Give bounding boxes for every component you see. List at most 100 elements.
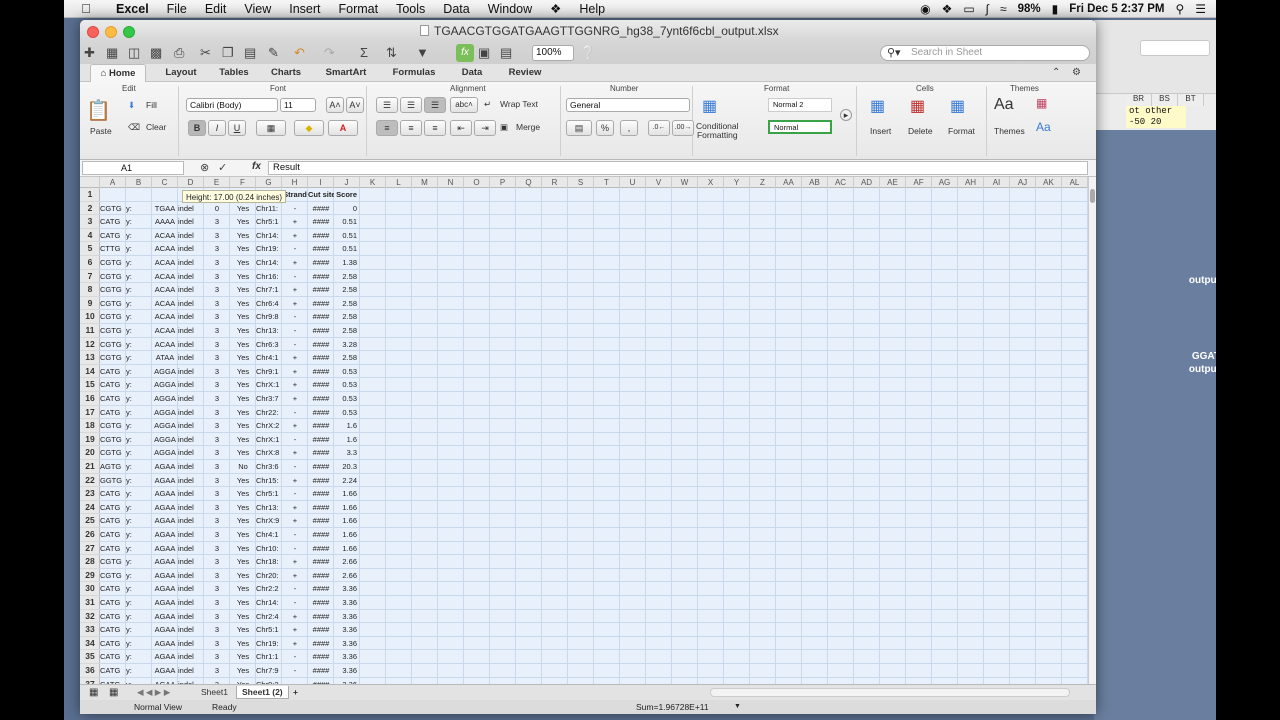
cell-j6[interactable]: 1.38 bbox=[334, 256, 360, 270]
cell-f12[interactable]: Yes bbox=[230, 338, 256, 352]
desktop-file-label[interactable]: output bbox=[1180, 363, 1216, 376]
cell-f16[interactable]: Yes bbox=[230, 392, 256, 406]
cell-g4[interactable]: Chr14: bbox=[256, 229, 282, 243]
clear-button[interactable]: Clear bbox=[146, 122, 166, 132]
cell-a31[interactable]: CATG bbox=[100, 596, 126, 610]
close-button[interactable] bbox=[87, 26, 99, 38]
menu-file[interactable]: File bbox=[167, 2, 187, 16]
cell-h16[interactable]: + bbox=[282, 392, 308, 406]
delete-button[interactable]: Delete bbox=[908, 126, 933, 136]
cell-b6[interactable]: y: bbox=[126, 256, 152, 270]
column-header-aj[interactable]: AJ bbox=[1010, 177, 1036, 188]
cell-d4[interactable]: indel bbox=[178, 229, 204, 243]
cell-j9[interactable]: 2.58 bbox=[334, 297, 360, 311]
row-header-35[interactable]: 35 bbox=[80, 650, 100, 664]
desktop-file-label[interactable]: output bbox=[1180, 274, 1216, 287]
tab-review[interactable]: Review bbox=[500, 64, 550, 82]
cell-g10[interactable]: Chr9:8 bbox=[256, 310, 282, 324]
bluetooth-icon[interactable]: ∫ bbox=[986, 2, 989, 16]
cell-c10[interactable]: ACAA bbox=[152, 310, 178, 324]
row-header-23[interactable]: 23 bbox=[80, 487, 100, 501]
cell-f31[interactable]: Yes bbox=[230, 596, 256, 610]
cell-d22[interactable]: indel bbox=[178, 474, 204, 488]
column-header-j[interactable]: J bbox=[334, 177, 360, 188]
decrease-decimal-icon[interactable]: .00→ bbox=[672, 120, 694, 136]
new-icon[interactable]: ▦ bbox=[106, 44, 118, 62]
delete-cells-icon[interactable]: ▦ bbox=[910, 96, 925, 116]
cell-j13[interactable]: 2.58 bbox=[334, 351, 360, 365]
row-header-3[interactable]: 3 bbox=[80, 215, 100, 229]
cell-h22[interactable]: + bbox=[282, 474, 308, 488]
cell-f20[interactable]: Yes bbox=[230, 446, 256, 460]
cell-g24[interactable]: Chr13: bbox=[256, 501, 282, 515]
cell-e22[interactable]: 3 bbox=[204, 474, 230, 488]
cell-h25[interactable]: + bbox=[282, 514, 308, 528]
cell-e27[interactable]: 3 bbox=[204, 542, 230, 556]
cell-e6[interactable]: 3 bbox=[204, 256, 230, 270]
cell-h11[interactable]: - bbox=[282, 324, 308, 338]
cell-f24[interactable]: Yes bbox=[230, 501, 256, 515]
bold-button[interactable]: B bbox=[188, 120, 206, 136]
cell-g23[interactable]: Chr5:1 bbox=[256, 487, 282, 501]
row-header-26[interactable]: 26 bbox=[80, 528, 100, 542]
collapse-ribbon-icon[interactable]: ⌃ bbox=[1052, 64, 1060, 82]
cell-a12[interactable]: CGTG bbox=[100, 338, 126, 352]
cell-a26[interactable]: CATG bbox=[100, 528, 126, 542]
column-header-ab[interactable]: AB bbox=[802, 177, 828, 188]
cell-h10[interactable]: - bbox=[282, 310, 308, 324]
cell-g19[interactable]: ChrX:1 bbox=[256, 433, 282, 447]
cell-f4[interactable]: Yes bbox=[230, 229, 256, 243]
cell-g28[interactable]: Chr18: bbox=[256, 555, 282, 569]
cut-icon[interactable]: ✂ bbox=[200, 44, 211, 62]
row-header-30[interactable]: 30 bbox=[80, 582, 100, 596]
media-browser-icon[interactable]: ▣ bbox=[478, 44, 490, 62]
column-header-r[interactable]: R bbox=[542, 177, 568, 188]
cell-e30[interactable]: 3 bbox=[204, 582, 230, 596]
cell-b36[interactable]: y: bbox=[126, 664, 152, 678]
battery-icon[interactable]: ▮ bbox=[1052, 2, 1059, 16]
cell-b29[interactable]: y: bbox=[126, 569, 152, 583]
cell-c36[interactable]: AGAA bbox=[152, 664, 178, 678]
cell-d28[interactable]: indel bbox=[178, 555, 204, 569]
cell-j2[interactable]: 0 bbox=[334, 202, 360, 216]
formula-builder-icon[interactable]: fx bbox=[456, 44, 474, 62]
row-header-18[interactable]: 18 bbox=[80, 419, 100, 433]
cell-d25[interactable]: indel bbox=[178, 514, 204, 528]
cell-i25[interactable]: #### bbox=[308, 514, 334, 528]
column-header-ac[interactable]: AC bbox=[828, 177, 854, 188]
cell-h23[interactable]: - bbox=[282, 487, 308, 501]
cell-c5[interactable]: ACAA bbox=[152, 242, 178, 256]
row-header-36[interactable]: 36 bbox=[80, 664, 100, 678]
font-name-select[interactable]: Calibri (Body) bbox=[186, 98, 278, 112]
cell-a8[interactable]: CGTG bbox=[100, 283, 126, 297]
cell-i36[interactable]: #### bbox=[308, 664, 334, 678]
cell-g13[interactable]: Chr4:1 bbox=[256, 351, 282, 365]
cell-a11[interactable]: CGTG bbox=[100, 324, 126, 338]
cell-g12[interactable]: Chr6:3 bbox=[256, 338, 282, 352]
cell-i28[interactable]: #### bbox=[308, 555, 334, 569]
row-header-33[interactable]: 33 bbox=[80, 623, 100, 637]
cell-h35[interactable]: - bbox=[282, 650, 308, 664]
cell-j33[interactable]: 3.36 bbox=[334, 623, 360, 637]
cell-i1[interactable]: Cut site bbox=[308, 188, 334, 202]
cell-a9[interactable]: CGTG bbox=[100, 297, 126, 311]
cell-f11[interactable]: Yes bbox=[230, 324, 256, 338]
cell-f32[interactable]: Yes bbox=[230, 610, 256, 624]
cell-i27[interactable]: #### bbox=[308, 542, 334, 556]
currency-icon[interactable]: ▤ bbox=[566, 120, 592, 136]
horizontal-scrollbar[interactable] bbox=[710, 688, 1070, 697]
cell-a34[interactable]: CATG bbox=[100, 637, 126, 651]
cell-j11[interactable]: 2.58 bbox=[334, 324, 360, 338]
cell-e35[interactable]: 3 bbox=[204, 650, 230, 664]
cell-g16[interactable]: Chr3:7 bbox=[256, 392, 282, 406]
paste-clipboard-icon[interactable]: 📋 bbox=[86, 98, 111, 123]
cell-b27[interactable]: y: bbox=[126, 542, 152, 556]
cell-c18[interactable]: AGGA bbox=[152, 419, 178, 433]
sheet-tab-sheet1-2[interactable]: Sheet1 (2) bbox=[236, 686, 289, 699]
cell-a21[interactable]: AGTG bbox=[100, 460, 126, 474]
cell-b11[interactable]: y: bbox=[126, 324, 152, 338]
cell-j35[interactable]: 3.36 bbox=[334, 650, 360, 664]
cell-h14[interactable]: + bbox=[282, 365, 308, 379]
menu-data[interactable]: Data bbox=[443, 2, 469, 16]
cell-g34[interactable]: Chr19: bbox=[256, 637, 282, 651]
